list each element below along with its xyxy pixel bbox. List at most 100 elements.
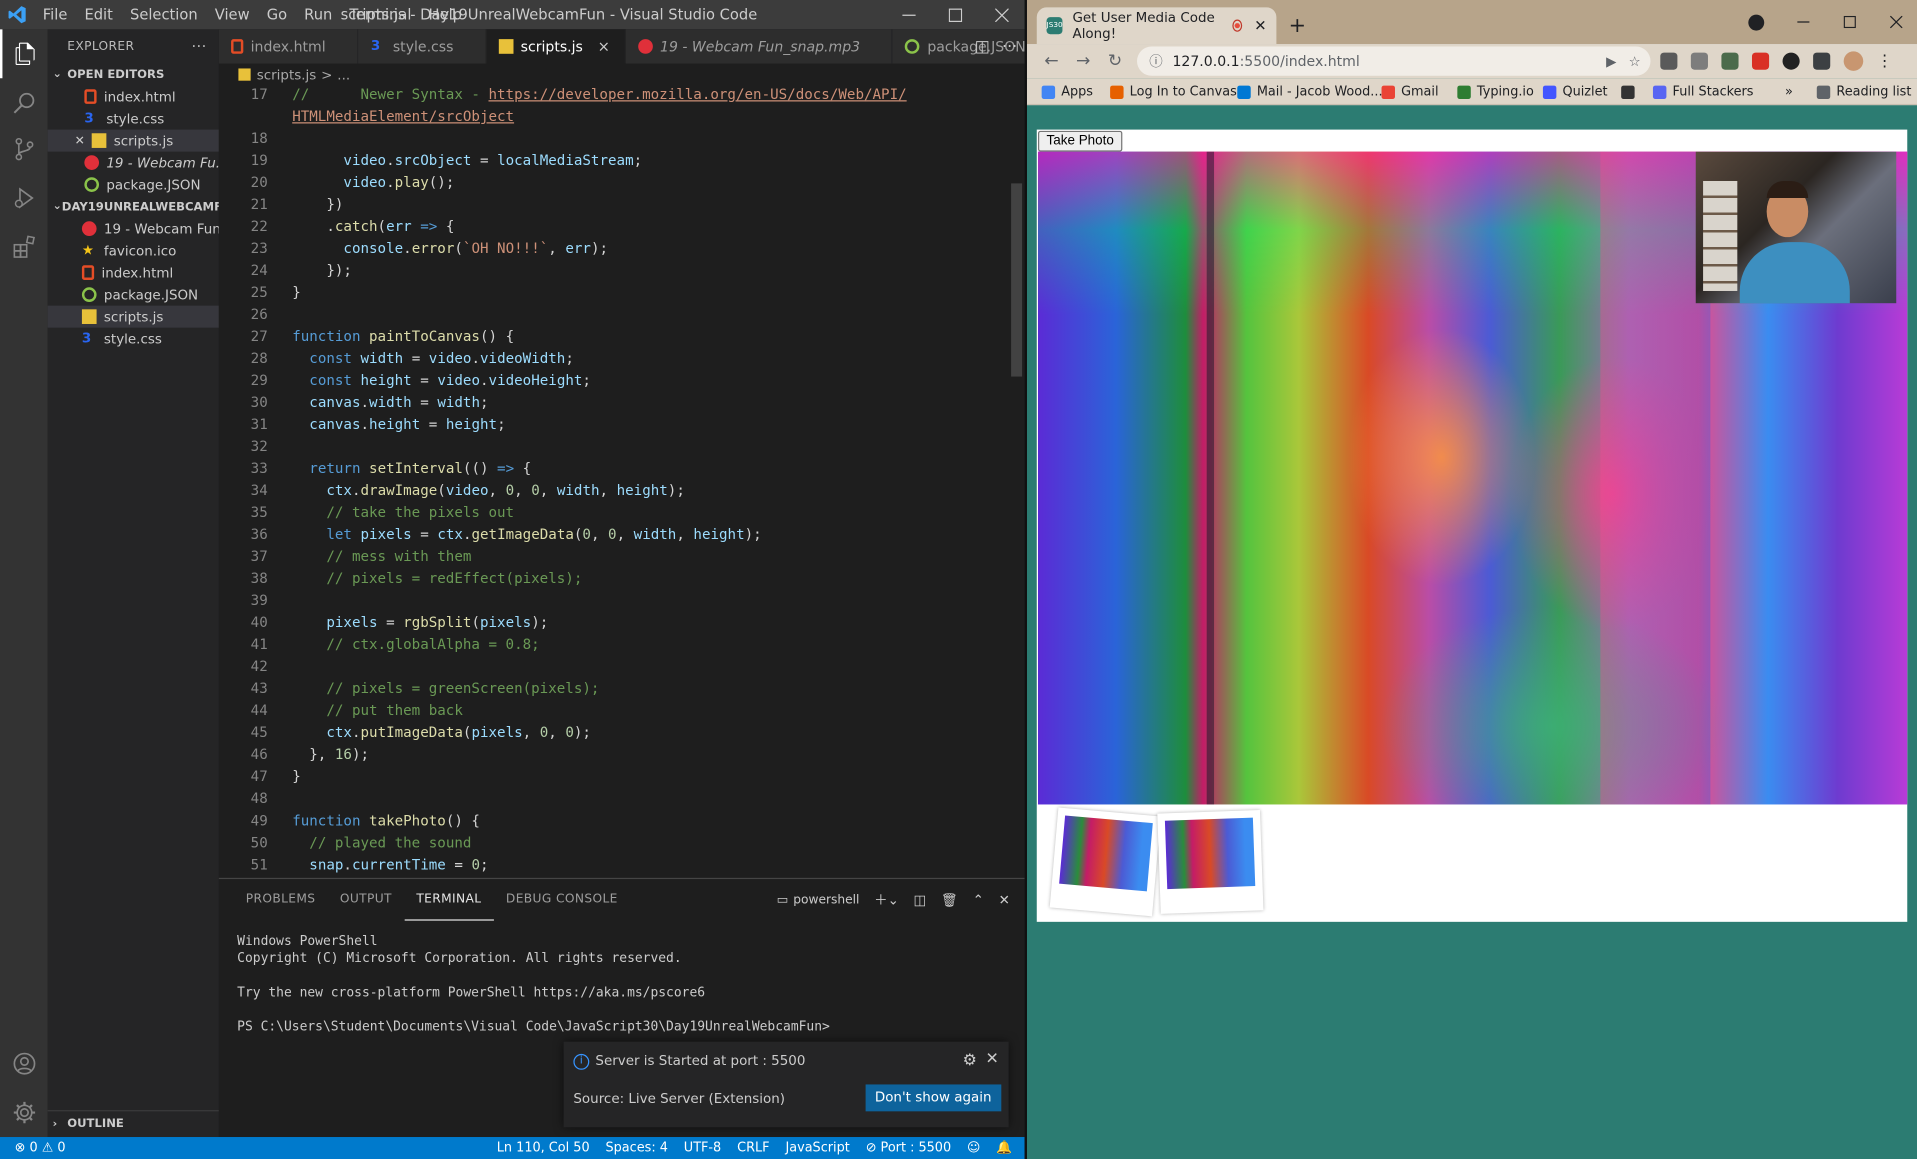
- menu-help[interactable]: Help: [420, 0, 471, 29]
- menu-view[interactable]: View: [206, 0, 258, 29]
- problems-status[interactable]: ⊗ 0 ⚠ 0: [15, 1137, 66, 1159]
- feedback-icon[interactable]: ☺: [967, 1137, 980, 1159]
- notifications-bell-icon[interactable]: 🔔: [996, 1137, 1012, 1159]
- panel-tab-output[interactable]: OUTPUT: [328, 879, 404, 921]
- editor-scroll-thumb[interactable]: [1011, 183, 1023, 377]
- explorer-file[interactable]: package.JSON: [48, 284, 219, 306]
- split-terminal-icon[interactable]: ◫: [914, 892, 927, 908]
- camera-in-use-icon[interactable]: ▶: [1606, 53, 1616, 69]
- explorer-file[interactable]: ★ favicon.ico: [48, 240, 219, 262]
- reload-icon[interactable]: ↻: [1103, 49, 1127, 73]
- address-bar[interactable]: ⓘ 127.0.0.1:5500/index.html ▶ ☆: [1137, 46, 1651, 76]
- bookmarks-more-button[interactable]: »: [1785, 78, 1793, 105]
- menu-terminal[interactable]: Terminal: [341, 0, 420, 29]
- new-tab-button[interactable]: +: [1289, 13, 1306, 37]
- bookmark-item[interactable]: Full Stackers: [1652, 78, 1754, 105]
- site-info-icon[interactable]: ⓘ: [1149, 51, 1162, 71]
- panel-tab-terminal[interactable]: TERMINAL: [404, 879, 494, 921]
- split-editor-icon[interactable]: ◫: [975, 37, 990, 55]
- extension-cloud-icon[interactable]: [1690, 52, 1708, 70]
- panel-tab-debug-console[interactable]: DEBUG CONSOLE: [494, 879, 630, 921]
- bookmark-item[interactable]: Quizlet: [1542, 78, 1608, 105]
- bookmark-item[interactable]: Log In to Canvas: [1110, 78, 1237, 105]
- menu-selection[interactable]: Selection: [121, 0, 206, 29]
- editor-tab[interactable]: index.html: [218, 29, 359, 64]
- chrome-menu-icon[interactable]: ⋮: [1877, 52, 1893, 70]
- menu-run[interactable]: Run: [296, 0, 341, 29]
- explorer-file[interactable]: 3 style.css: [48, 328, 219, 350]
- maximize-icon[interactable]: [932, 0, 978, 29]
- maximize-panel-icon[interactable]: ⌃: [973, 892, 984, 908]
- open-editor-item[interactable]: 19 - Webcam Fu...: [48, 152, 219, 174]
- search-icon[interactable]: [0, 78, 48, 127]
- indentation[interactable]: Spaces: 4: [606, 1137, 668, 1159]
- dont-show-again-button[interactable]: Don't show again: [865, 1084, 1002, 1112]
- terminal-output[interactable]: Windows PowerShell Copyright (C) Microsof…: [237, 933, 830, 1036]
- extensions-puzzle-icon[interactable]: [1813, 52, 1831, 70]
- tab-close-icon[interactable]: ✕: [1254, 17, 1266, 34]
- editor-scrollbar[interactable]: [1010, 86, 1025, 878]
- profile-avatar[interactable]: [1843, 51, 1864, 71]
- breadcrumb-file[interactable]: scripts.js: [257, 67, 317, 83]
- open-editor-item[interactable]: 3 style.css: [48, 108, 219, 130]
- minimize-icon[interactable]: [1780, 0, 1826, 44]
- run-debug-icon[interactable]: [0, 174, 48, 223]
- tab-search-icon[interactable]: [1748, 14, 1765, 31]
- panel-tab-problems[interactable]: PROBLEMS: [234, 879, 328, 921]
- menu-go[interactable]: Go: [258, 0, 295, 29]
- open-editor-item[interactable]: index.html: [48, 86, 219, 108]
- back-arrow-icon[interactable]: ←: [1039, 49, 1063, 73]
- explorer-file[interactable]: 19 - Webcam Fun...: [48, 218, 219, 240]
- close-icon[interactable]: [978, 0, 1024, 29]
- reading-list-button[interactable]: Reading list: [1816, 78, 1911, 105]
- bookmark-star-icon[interactable]: ☆: [1629, 53, 1641, 69]
- close-panel-icon[interactable]: ✕: [999, 892, 1010, 908]
- notification-gear-icon[interactable]: ⚙: [963, 1051, 977, 1069]
- account-icon[interactable]: [0, 1039, 48, 1088]
- extension-pen-icon[interactable]: [1660, 52, 1678, 70]
- extensions-icon[interactable]: [0, 223, 48, 272]
- explorer-file[interactable]: index.html: [48, 262, 219, 284]
- more-actions-icon[interactable]: ···: [1002, 37, 1017, 55]
- cursor-position[interactable]: Ln 110, Col 50: [497, 1137, 590, 1159]
- live-server-port[interactable]: ⊘ Port : 5500: [866, 1137, 951, 1159]
- explorer-more-icon[interactable]: ···: [192, 38, 207, 55]
- source-control-icon[interactable]: [0, 125, 48, 174]
- explorer-icon[interactable]: [0, 29, 48, 79]
- open-editors-header[interactable]: ⌄ OPEN EDITORS: [48, 64, 219, 86]
- bookmark-item[interactable]: Apps: [1041, 78, 1093, 105]
- open-editor-item[interactable]: package.JSON: [48, 174, 219, 196]
- breadcrumb-symbol[interactable]: ...: [337, 67, 350, 83]
- maximize-icon[interactable]: [1827, 0, 1873, 44]
- editor-tab[interactable]: 3 style.css: [358, 29, 487, 64]
- code-area[interactable]: 17 // Newer Syntax - https://developer.mo…: [219, 86, 1025, 878]
- bookmark-item[interactable]: [1621, 78, 1641, 105]
- line-ending[interactable]: CRLF: [737, 1137, 769, 1159]
- open-editor-item[interactable]: ✕ scripts.js: [47, 129, 219, 152]
- notification-close-icon[interactable]: ✕: [986, 1050, 999, 1068]
- folder-header[interactable]: ⌄ DAY19UNREALWEBCAMFUN: [48, 196, 219, 218]
- forward-arrow-icon[interactable]: →: [1071, 49, 1095, 73]
- photo-thumbnail[interactable]: [1049, 807, 1161, 917]
- settings-gear-icon[interactable]: [0, 1088, 48, 1137]
- menu-edit[interactable]: Edit: [76, 0, 122, 29]
- minimize-icon[interactable]: [885, 0, 931, 29]
- bookmark-item[interactable]: Typing.io: [1457, 78, 1534, 105]
- close-icon[interactable]: [1873, 0, 1917, 44]
- close-editor-icon[interactable]: ✕: [75, 134, 85, 147]
- kill-terminal-icon[interactable]: 🗑: [941, 892, 958, 908]
- photo-thumbnail[interactable]: [1157, 810, 1264, 914]
- editor-tab[interactable]: scripts.js ×: [486, 29, 626, 64]
- explorer-file[interactable]: scripts.js: [47, 305, 219, 328]
- tab-close-icon[interactable]: ×: [598, 38, 610, 55]
- take-photo-button[interactable]: Take Photo: [1037, 130, 1123, 152]
- extension-red-icon[interactable]: [1751, 52, 1770, 70]
- editor-tab[interactable]: 19 - Webcam Fun_snap.mp3: [625, 29, 894, 64]
- browser-tab[interactable]: JS30 Get User Media Code Along! ✕: [1036, 7, 1277, 45]
- bookmark-item[interactable]: Mail - Jacob Wood...: [1237, 78, 1383, 105]
- encoding[interactable]: UTF-8: [684, 1137, 721, 1159]
- bookmark-item[interactable]: Gmail: [1381, 78, 1439, 105]
- terminal-shell-label[interactable]: powershell: [793, 893, 859, 906]
- new-terminal-icon[interactable]: ＋⌄: [874, 890, 899, 910]
- language-mode[interactable]: JavaScript: [785, 1137, 849, 1159]
